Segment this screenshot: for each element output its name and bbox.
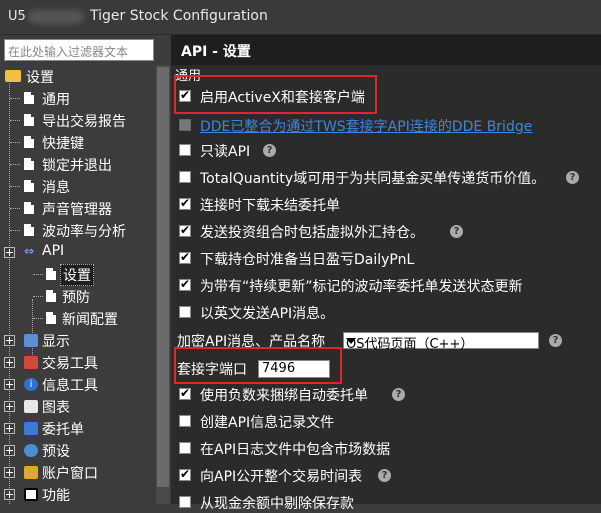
option-label: 以英文发送API消息。 [200, 306, 335, 322]
option-label: 只读API [200, 144, 251, 160]
tree-item-label: 功能 [42, 488, 70, 504]
page-icon [46, 268, 56, 280]
highlight-activex [174, 75, 377, 114]
help-icon[interactable]: ? [378, 469, 391, 482]
page-icon [24, 92, 34, 104]
expand-icon[interactable] [4, 335, 15, 346]
highlight-socket-port [174, 347, 342, 384]
tree-item-label: 快捷键 [42, 136, 84, 152]
expand-icon[interactable] [4, 379, 15, 390]
tree-item-label: 账户窗口 [42, 466, 98, 482]
redacted-account [28, 10, 84, 24]
info-icon: i [24, 378, 38, 391]
option-label: 从现金余额中剔除保存款 [200, 496, 354, 512]
page-icon [24, 202, 34, 214]
checkbox[interactable] [179, 250, 191, 264]
page-icon [24, 180, 34, 192]
tree-item-label: 委托单 [42, 422, 84, 438]
expand-icon[interactable] [4, 467, 15, 478]
page-icon [24, 224, 34, 236]
dropdown-arrow-icon[interactable] [346, 338, 356, 344]
tree-item-label: 预防 [62, 290, 90, 306]
tree-item-label: 显示 [42, 334, 70, 350]
checkbox[interactable] [179, 223, 191, 237]
option-label: TotalQuantity域可用于为共同基金买单传递货币价值。 [200, 171, 546, 187]
tree-item-label: 图表 [42, 400, 70, 416]
help-icon[interactable]: ? [566, 171, 579, 184]
page-icon [46, 312, 56, 324]
option-label: 连接时下载未结委托单 [200, 198, 340, 214]
encoding-select[interactable]: OS代码页面（C++） [343, 332, 539, 352]
page-icon [24, 114, 34, 126]
filter-input[interactable]: 在此处输入过滤器文本 [4, 39, 154, 61]
option-label: 为带有“持续更新”标记的波动率委托单发送状态更新 [200, 279, 523, 295]
title-bar: U5 Tiger Stock Configuration [0, 0, 601, 35]
checkbox[interactable] [179, 496, 191, 508]
page-icon [24, 158, 34, 170]
checkbox[interactable] [179, 144, 191, 156]
expand-icon[interactable] [4, 357, 15, 368]
help-icon[interactable]: ? [392, 388, 405, 401]
tree-item-label: 锁定并退出 [42, 158, 112, 174]
tree-item-label: 新闻配置 [62, 312, 118, 328]
encoding-value: OS代码页面（C++） [346, 337, 474, 352]
help-icon[interactable]: ? [549, 334, 562, 347]
tree-item-label: API [42, 243, 65, 259]
collapse-icon[interactable] [4, 247, 15, 258]
monitor-icon [24, 334, 38, 347]
title-prefix: U5 [8, 9, 26, 24]
tree-item-label: 波动率与分析 [42, 224, 126, 240]
expand-icon[interactable] [4, 401, 15, 412]
tree-item-label: 预设 [42, 444, 70, 460]
page-icon [24, 136, 34, 148]
dde-bridge-link[interactable]: DDE已整合为通过TWS套接字API连接的DDE Bridge [200, 116, 532, 136]
checkbox[interactable] [179, 171, 191, 183]
option-label: 发送投资组合时包括虚拟外汇持仓。 [200, 225, 424, 241]
checkbox-disabled [179, 119, 191, 131]
option-label: 下载持仓时准备当日盈亏DailyPnL [200, 252, 415, 268]
tree-item-label: 通用 [42, 92, 70, 108]
expand-icon[interactable] [4, 423, 15, 434]
option-label: 创建API信息记录文件 [200, 415, 335, 431]
presets-gear-icon [24, 444, 38, 457]
scrollbar-thumb[interactable] [157, 67, 169, 487]
help-icon[interactable]: ? [263, 144, 276, 157]
account-icon [24, 466, 38, 479]
chart-icon [24, 400, 38, 413]
help-icon[interactable]: ? [450, 225, 463, 238]
tree-item-label: 信息工具 [42, 378, 98, 394]
checkbox[interactable] [179, 415, 191, 427]
tree-root-label: 设置 [26, 70, 54, 86]
tree-item-label: 消息 [42, 180, 70, 196]
option-label: 向API公开整个交易时间表 [200, 469, 363, 485]
checkbox[interactable] [179, 467, 191, 481]
nav-scrollbar[interactable] [156, 65, 170, 504]
expand-icon[interactable] [4, 489, 15, 500]
trading-tools-icon [24, 356, 38, 369]
option-label: 在API日志文件中包含市场数据 [200, 442, 391, 458]
checkbox[interactable] [179, 386, 191, 400]
tree-item-label: 导出交易报告 [42, 114, 126, 130]
tree-item-label: 交易工具 [42, 356, 98, 372]
panel-title: API - 设置 [181, 44, 251, 60]
window-title: Tiger Stock Configuration [90, 8, 268, 24]
expand-icon[interactable] [4, 445, 15, 456]
panel-header: API - 设置 [171, 35, 601, 65]
features-icon [24, 488, 38, 501]
orders-icon [24, 422, 38, 435]
api-arrows-icon: ⇔ [24, 244, 35, 258]
settings-panel: API - 设置 通用 启用ActiveX和套接客户端 DDE已整合为通过TWS… [171, 35, 601, 512]
option-label: 使用负数来捆绑自动委托单 [200, 388, 368, 404]
checkbox[interactable] [179, 306, 191, 318]
settings-nav: 在此处输入过滤器文本 设置 通用 导出交易报告 快捷键 锁定并退出 消息 声音管… [0, 35, 170, 504]
page-icon [46, 290, 56, 302]
checkbox[interactable] [179, 196, 191, 210]
tree-item-label: 声音管理器 [42, 202, 112, 218]
tree-item-label: 设置 [60, 264, 94, 286]
folder-open-icon [5, 70, 21, 82]
checkbox[interactable] [179, 277, 191, 291]
checkbox[interactable] [179, 442, 191, 454]
